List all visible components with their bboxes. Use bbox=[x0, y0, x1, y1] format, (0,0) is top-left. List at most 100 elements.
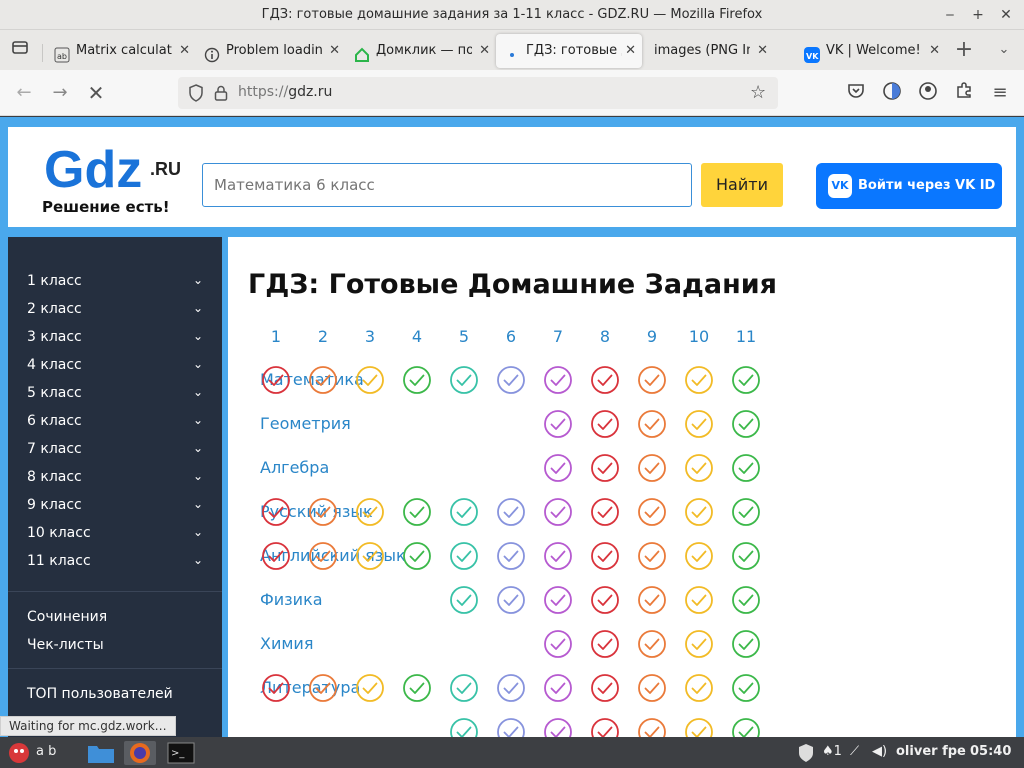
new-tab-icon[interactable]: + bbox=[952, 38, 976, 62]
grade-check-icon[interactable] bbox=[731, 629, 761, 659]
sidebar-grade-1[interactable]: 1 класс ⌄ bbox=[27, 273, 203, 289]
start-menu-icon[interactable] bbox=[6, 741, 32, 765]
tab-problem-loading[interactable]: Problem loading page ✕ bbox=[196, 34, 346, 68]
maximize-icon[interactable]: + bbox=[968, 5, 988, 25]
grade-check-icon[interactable] bbox=[684, 409, 714, 439]
grade-check-icon[interactable] bbox=[402, 541, 432, 571]
account-icon[interactable] bbox=[916, 81, 940, 105]
tab-matrix-calculator[interactable]: ab Matrix calculator ✕ bbox=[46, 34, 196, 68]
grade-column-header[interactable]: 8 bbox=[585, 327, 625, 346]
grade-check-icon[interactable] bbox=[731, 541, 761, 571]
grade-check-icon[interactable] bbox=[543, 453, 573, 483]
chevron-down-icon[interactable]: ⌄ bbox=[193, 497, 203, 511]
grade-check-icon[interactable] bbox=[590, 365, 620, 395]
chevron-down-icon[interactable]: ⌄ bbox=[193, 357, 203, 371]
sidebar-grade-11[interactable]: 11 класс ⌄ bbox=[27, 553, 203, 569]
grade-check-icon[interactable] bbox=[637, 541, 667, 571]
grade-column-header[interactable]: 1 bbox=[256, 327, 296, 346]
sidebar-top-users[interactable]: ТОП пользователей bbox=[27, 686, 203, 702]
tab-domclick[interactable]: Домклик — по ✕ bbox=[346, 34, 496, 68]
grade-check-icon[interactable] bbox=[496, 541, 526, 571]
network-icon[interactable]: ⟋ bbox=[850, 744, 859, 759]
grade-check-icon[interactable] bbox=[684, 629, 714, 659]
minimize-icon[interactable]: ‒ bbox=[940, 5, 960, 25]
grade-check-icon[interactable] bbox=[355, 673, 385, 703]
grade-check-icon[interactable] bbox=[261, 365, 291, 395]
grade-check-icon[interactable] bbox=[731, 453, 761, 483]
extensions-puzzle-icon[interactable] bbox=[952, 81, 976, 105]
grade-check-icon[interactable] bbox=[543, 541, 573, 571]
grade-check-icon[interactable] bbox=[637, 409, 667, 439]
grade-column-header[interactable]: 9 bbox=[632, 327, 672, 346]
grade-check-icon[interactable] bbox=[449, 541, 479, 571]
sidebar-grade-4[interactable]: 4 класс ⌄ bbox=[27, 357, 203, 373]
grade-check-icon[interactable] bbox=[543, 365, 573, 395]
terminal-icon[interactable]: >_ bbox=[166, 741, 196, 765]
grade-check-icon[interactable] bbox=[308, 673, 338, 703]
lock-icon[interactable] bbox=[214, 84, 228, 106]
grade-check-icon[interactable] bbox=[731, 673, 761, 703]
grade-check-icon[interactable] bbox=[543, 497, 573, 527]
grade-check-icon[interactable] bbox=[543, 673, 573, 703]
grade-check-icon[interactable] bbox=[543, 717, 573, 737]
close-window-icon[interactable]: ✕ bbox=[996, 5, 1016, 25]
grade-check-icon[interactable] bbox=[590, 497, 620, 527]
chevron-down-icon[interactable]: ⌄ bbox=[193, 329, 203, 343]
hamburger-menu-icon[interactable]: ≡ bbox=[988, 81, 1012, 105]
url-text[interactable]: https://gdz.ru bbox=[238, 84, 332, 100]
folder-icon[interactable] bbox=[86, 741, 116, 765]
grade-check-icon[interactable] bbox=[449, 365, 479, 395]
grade-check-icon[interactable] bbox=[637, 585, 667, 615]
shield-icon[interactable] bbox=[188, 84, 204, 106]
chevron-down-icon[interactable]: ⌄ bbox=[193, 301, 203, 315]
volume-icon[interactable]: ◀) bbox=[872, 744, 887, 759]
grade-check-icon[interactable] bbox=[684, 673, 714, 703]
chevron-down-icon[interactable]: ⌄ bbox=[193, 413, 203, 427]
tab-gdz[interactable]: ГДЗ: готовые д ✕ bbox=[496, 34, 642, 68]
vk-login-button[interactable]: VK Войти через VK ID bbox=[816, 163, 1002, 209]
sidebar-grade-7[interactable]: 7 класс ⌄ bbox=[27, 441, 203, 457]
shield-tray-icon[interactable] bbox=[796, 741, 816, 765]
tab-vk-welcome[interactable]: VK VK | Welcome! ✕ bbox=[796, 34, 946, 68]
grade-check-icon[interactable] bbox=[637, 497, 667, 527]
grade-check-icon[interactable] bbox=[308, 497, 338, 527]
grade-check-icon[interactable] bbox=[637, 365, 667, 395]
sidebar-grade-2[interactable]: 2 класс ⌄ bbox=[27, 301, 203, 317]
search-button[interactable]: Найти bbox=[701, 163, 783, 207]
subject-link[interactable]: Алгебра bbox=[260, 458, 329, 477]
grade-check-icon[interactable] bbox=[308, 541, 338, 571]
sidebar-grade-5[interactable]: 5 класс ⌄ bbox=[27, 385, 203, 401]
grade-check-icon[interactable] bbox=[261, 673, 291, 703]
tab-close-icon[interactable]: ✕ bbox=[757, 34, 768, 68]
grade-check-icon[interactable] bbox=[496, 585, 526, 615]
grade-check-icon[interactable] bbox=[637, 717, 667, 737]
grade-check-icon[interactable] bbox=[496, 673, 526, 703]
tab-close-icon[interactable]: ✕ bbox=[929, 34, 940, 68]
grade-check-icon[interactable] bbox=[449, 673, 479, 703]
forward-arrow-icon[interactable]: → bbox=[48, 81, 72, 105]
grade-check-icon[interactable] bbox=[590, 629, 620, 659]
grade-check-icon[interactable] bbox=[731, 717, 761, 737]
grade-check-icon[interactable] bbox=[543, 585, 573, 615]
grade-check-icon[interactable] bbox=[731, 497, 761, 527]
subject-link[interactable]: Геометрия bbox=[260, 414, 351, 433]
grade-check-icon[interactable] bbox=[261, 541, 291, 571]
subject-link[interactable]: Физика bbox=[260, 590, 323, 609]
grade-column-header[interactable]: 5 bbox=[444, 327, 484, 346]
grade-check-icon[interactable] bbox=[684, 717, 714, 737]
grade-check-icon[interactable] bbox=[308, 365, 338, 395]
grade-column-header[interactable]: 2 bbox=[303, 327, 343, 346]
chevron-down-icon[interactable]: ⌄ bbox=[193, 525, 203, 539]
grade-check-icon[interactable] bbox=[402, 497, 432, 527]
grade-check-icon[interactable] bbox=[590, 409, 620, 439]
grade-check-icon[interactable] bbox=[637, 453, 667, 483]
subject-link[interactable]: Химия bbox=[260, 634, 313, 653]
chevron-down-icon[interactable]: ⌄ bbox=[193, 441, 203, 455]
grade-column-header[interactable]: 7 bbox=[538, 327, 578, 346]
tab-close-icon[interactable]: ✕ bbox=[179, 34, 190, 68]
grade-check-icon[interactable] bbox=[355, 365, 385, 395]
grade-check-icon[interactable] bbox=[684, 497, 714, 527]
tab-close-icon[interactable]: ✕ bbox=[329, 34, 340, 68]
grade-column-header[interactable]: 10 bbox=[679, 327, 719, 346]
firefox-taskbar-icon[interactable] bbox=[124, 741, 156, 765]
